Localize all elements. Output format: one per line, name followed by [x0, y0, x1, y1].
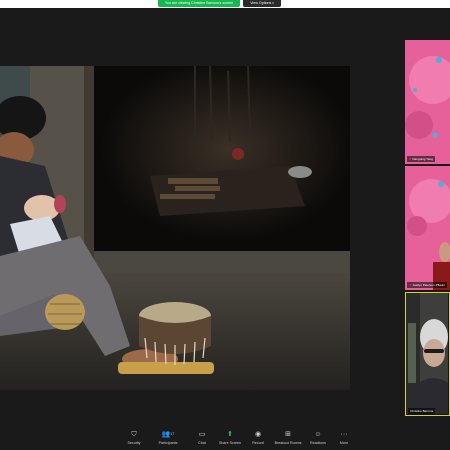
- security-button[interactable]: ⛉ Security: [117, 430, 151, 448]
- mic-muted-icon: ✕: [409, 157, 412, 161]
- participants-button[interactable]: 👥17 Participants: [151, 430, 185, 448]
- participant-tile[interactable]: ✕Dangqing Yang: [405, 40, 450, 164]
- participants-icon: 👥17: [161, 431, 175, 438]
- record-label: Record: [252, 441, 264, 445]
- screen-share-banner[interactable]: You are viewing Christine Barrons's scre…: [158, 0, 240, 7]
- participant-name-tag: ✕Joellyn Peterson-Pflaum: [407, 282, 448, 288]
- mic-muted-icon: ✕: [409, 283, 412, 287]
- shared-screen: [0, 66, 350, 390]
- participant-name: Joellyn Peterson-Pflaum: [412, 283, 446, 287]
- chevron-down-icon: ▾: [272, 1, 274, 5]
- participant-video: [405, 40, 450, 164]
- participant-name: Dangqing Yang: [412, 157, 433, 161]
- view-options-label: View Options: [250, 1, 272, 5]
- more-icon: ···: [340, 431, 348, 438]
- shield-icon: ⛉: [131, 431, 137, 438]
- participant-video: [406, 293, 448, 414]
- active-speaker-tile[interactable]: Christine Barrons: [405, 292, 450, 416]
- record-button[interactable]: ◉ Record: [241, 430, 275, 448]
- participant-tile[interactable]: ✕Joellyn Peterson-Pflaum: [405, 166, 450, 290]
- view-options-button[interactable]: View Options▾: [243, 0, 281, 7]
- breakout-rooms-icon: ⊞: [285, 431, 291, 438]
- more-label: More: [339, 441, 349, 445]
- participant-name-tag: ✕Dangqing Yang: [407, 156, 435, 162]
- shared-photo: [0, 66, 350, 390]
- participant-count: 17: [170, 432, 175, 436]
- participant-name-tag: Christine Barrons: [408, 408, 436, 414]
- record-icon: ◉: [254, 431, 262, 438]
- participants-label: Participants: [158, 441, 178, 445]
- participant-name: Christine Barrons: [410, 409, 434, 413]
- more-button[interactable]: ··· More: [327, 430, 361, 448]
- participant-video: [405, 166, 450, 290]
- breakout-rooms-label: Breakout Rooms: [274, 441, 302, 445]
- security-label: Security: [127, 441, 141, 445]
- breakout-rooms-button[interactable]: ⊞ Breakout Rooms: [271, 430, 305, 448]
